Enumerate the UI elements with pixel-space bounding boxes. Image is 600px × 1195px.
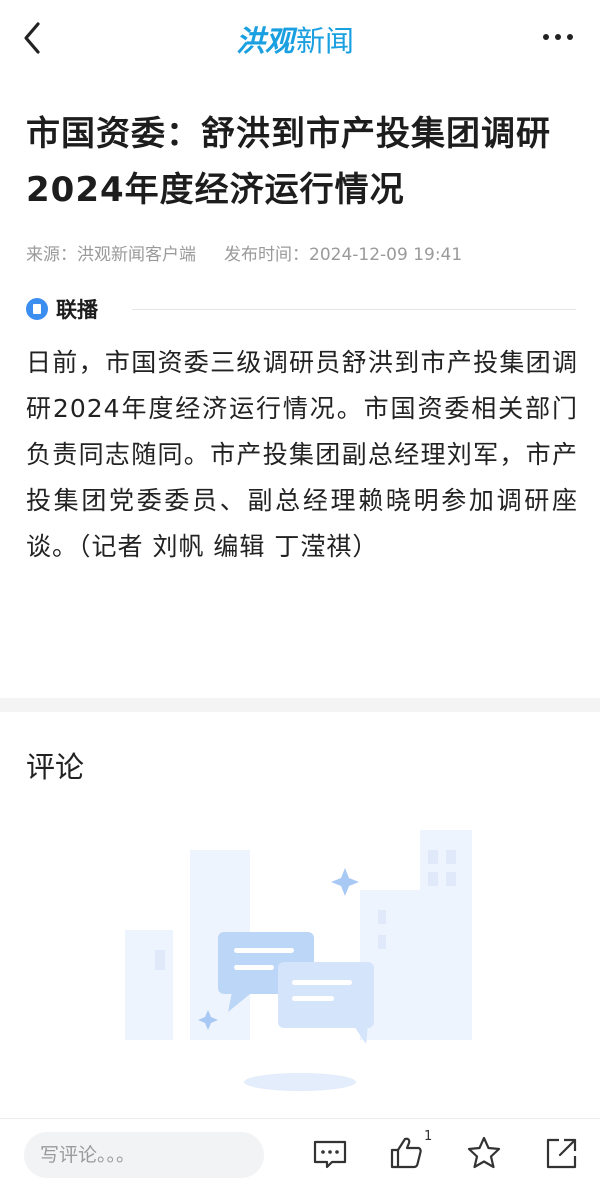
chevron-left-icon [24, 22, 40, 54]
section-separator [0, 698, 600, 712]
comments-button[interactable] [310, 1133, 350, 1173]
bottom-action-bar: 写评论。。。 1 [0, 1118, 600, 1195]
back-button[interactable] [18, 18, 52, 58]
top-navigation-bar: 洪观新闻 [0, 0, 600, 76]
more-dots-icon [543, 34, 573, 40]
share-icon [546, 1138, 577, 1169]
empty-comments-illustration [110, 820, 490, 1100]
logo-brand-text: 洪观 [236, 24, 295, 58]
star-icon [467, 1136, 501, 1169]
section-divider [132, 309, 576, 310]
logo-rest-text: 新闻 [296, 24, 355, 58]
article-source: 来源：洪观新闻客户端 [26, 245, 196, 265]
section-tag-label: 联播 [56, 298, 98, 322]
chat-bubbles-illustration-icon [125, 830, 472, 1091]
like-count: 1 [424, 1129, 433, 1144]
article-body: 日前，市国资委三级调研员舒洪到市产投集团调研2024年度经济运行情况。市国资委相… [26, 348, 578, 561]
more-options-button[interactable] [538, 22, 578, 52]
comments-heading: 评论 [26, 750, 85, 784]
section-tag: 联播 [26, 294, 98, 324]
article-title: 市国资委：舒洪到市产投集团调研2024年度经济运行情况 [26, 114, 551, 210]
article-publish-time: 发布时间：2024-12-09 19:41 [224, 245, 463, 265]
document-icon [26, 298, 48, 320]
favorite-button[interactable] [464, 1133, 504, 1173]
comment-input[interactable]: 写评论。。。 [24, 1132, 264, 1178]
thumbs-up-icon [390, 1137, 422, 1169]
app-logo: 洪观新闻 [236, 18, 354, 58]
comment-bubble-icon [313, 1140, 347, 1169]
article-meta: 来源：洪观新闻客户端 发布时间：2024-12-09 19:41 [26, 240, 462, 265]
like-button[interactable] [386, 1133, 426, 1173]
share-button[interactable] [542, 1133, 582, 1173]
